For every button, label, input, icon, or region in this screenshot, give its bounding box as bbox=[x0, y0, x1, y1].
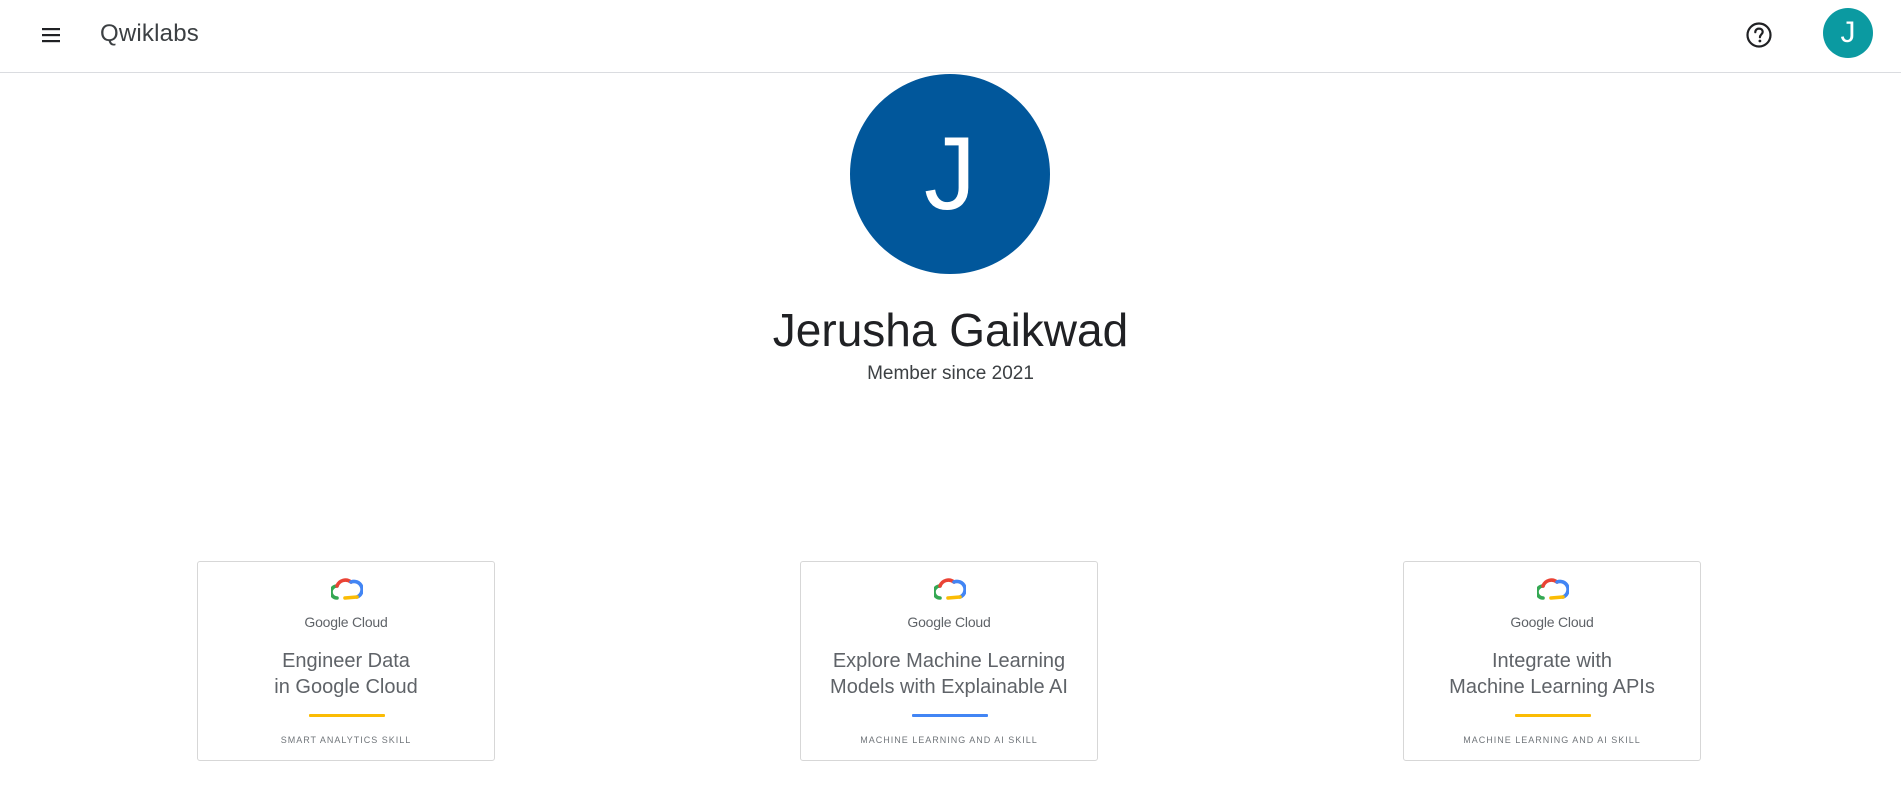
google-cloud-label: Google Cloud bbox=[304, 614, 388, 630]
top-app-bar: Qwiklabs J bbox=[0, 0, 1901, 73]
google-cloud-logo-icon bbox=[331, 578, 363, 600]
profile-name: Jerusha Gaikwad bbox=[772, 304, 1129, 356]
menu-icon bbox=[42, 28, 60, 43]
help-icon bbox=[1746, 22, 1772, 48]
badge-skill-label: MACHINE LEARNING AND AI SKILL bbox=[860, 735, 1038, 745]
account-avatar[interactable]: J bbox=[1823, 8, 1873, 58]
profile-avatar: J bbox=[850, 74, 1050, 274]
member-since-text: Member since 2021 bbox=[867, 363, 1034, 384]
google-cloud-label: Google Cloud bbox=[1510, 614, 1594, 630]
app-title[interactable]: Qwiklabs bbox=[100, 18, 199, 50]
badge-accent-bar bbox=[309, 714, 385, 717]
google-cloud-label: Google Cloud bbox=[907, 614, 991, 630]
badge-accent-bar bbox=[1515, 714, 1591, 717]
menu-button[interactable] bbox=[33, 17, 69, 53]
badge-card[interactable]: Google Cloud Explore Machine Learning Mo… bbox=[800, 561, 1098, 761]
badge-title: Explore Machine Learning Models with Exp… bbox=[830, 650, 1068, 698]
badge-accent-bar bbox=[912, 714, 988, 717]
badge-card[interactable]: Google Cloud Engineer Data in Google Clo… bbox=[197, 561, 495, 761]
google-cloud-logo-icon bbox=[1537, 578, 1569, 600]
google-cloud-logo-icon bbox=[934, 578, 966, 600]
badge-skill-label: MACHINE LEARNING AND AI SKILL bbox=[1463, 735, 1641, 745]
badge-title: Integrate with Machine Learning APIs bbox=[1449, 650, 1655, 698]
badge-card[interactable]: Google Cloud Integrate with Machine Lear… bbox=[1403, 561, 1701, 761]
help-button[interactable] bbox=[1741, 17, 1777, 53]
badge-skill-label: SMART ANALYTICS SKILL bbox=[280, 735, 412, 745]
badge-title: Engineer Data in Google Cloud bbox=[274, 650, 418, 698]
